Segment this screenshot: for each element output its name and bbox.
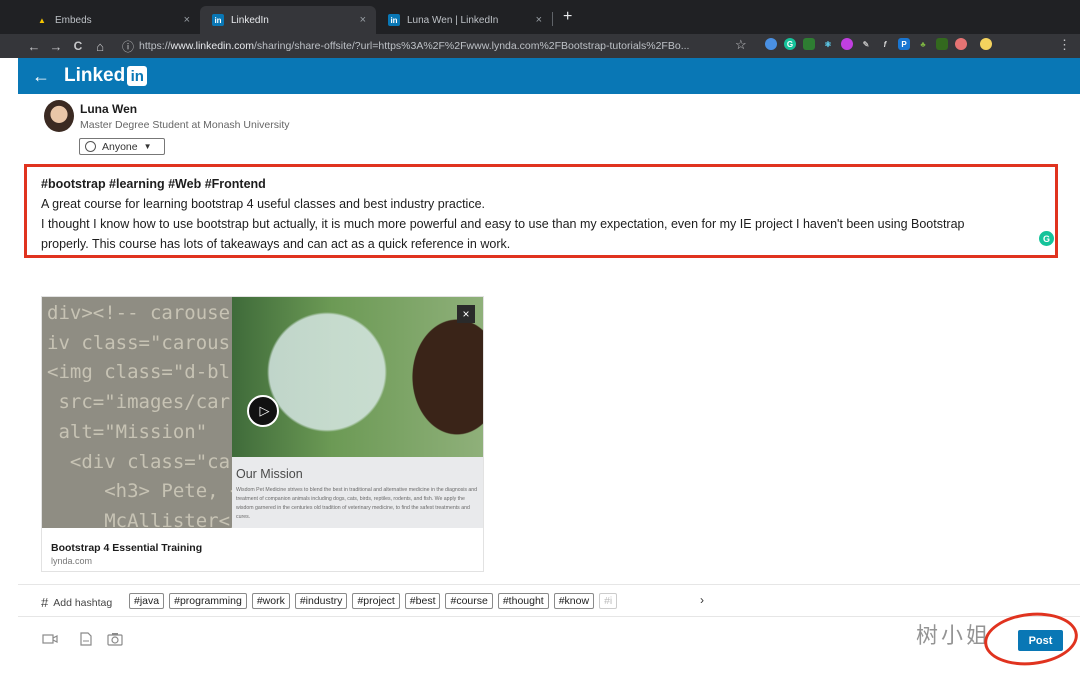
reload-icon[interactable]: C xyxy=(67,39,89,53)
preview-thumbnail[interactable]: div><!-- carouse iv class="carous <img cla… xyxy=(42,297,483,528)
address-bar[interactable]: ⓘ https:// www.linkedin.com /sharing/sha… xyxy=(122,35,762,57)
tab-divider xyxy=(552,12,553,26)
hashtag-chip[interactable]: #java xyxy=(129,593,165,609)
site-info-icon[interactable]: ⓘ xyxy=(122,38,134,55)
post-line: A great course for learning bootstrap 4 … xyxy=(41,197,485,211)
new-tab-button[interactable]: + xyxy=(563,8,572,26)
add-hashtag-label: Add hashtag xyxy=(53,596,113,609)
linkedin-logo: Linked in xyxy=(64,65,148,87)
post-hashtags: #bootstrap #learning #Web #Frontend xyxy=(41,177,266,191)
bookmark-star-icon[interactable]: ☆ xyxy=(735,37,747,53)
close-icon[interactable]: × xyxy=(457,305,475,323)
forward-icon[interactable]: → xyxy=(45,39,67,54)
mission-title: Our Mission xyxy=(236,467,303,481)
post-line: I thought I know how to use bootstrap bu… xyxy=(41,217,965,231)
embeds-icon: ▲ xyxy=(38,15,46,25)
avatar xyxy=(44,100,74,132)
post-button-highlight xyxy=(981,608,1080,670)
audience-selector[interactable]: Anyone ▼ xyxy=(79,138,165,155)
post-text: #bootstrap #learning #Web #Frontend A gr… xyxy=(41,174,1041,254)
extension-icon[interactable] xyxy=(803,38,815,50)
linkedin-icon: in xyxy=(388,14,400,26)
mission-panel: Our Mission Wisdom Pet Medicine strives … xyxy=(232,457,483,528)
document-icon[interactable] xyxy=(78,632,94,646)
extension-icon[interactable]: P xyxy=(898,38,910,50)
add-hashtag-button[interactable]: # Add hashtag xyxy=(41,595,112,610)
extension-icon[interactable] xyxy=(841,38,853,50)
hashtag-icon: # xyxy=(41,595,49,610)
back-arrow-icon[interactable]: ← xyxy=(32,66,50,87)
mission-body: Wisdom Pet Medicine strives to blend the… xyxy=(236,487,478,520)
post-text-area[interactable]: #bootstrap #learning #Web #Frontend A gr… xyxy=(24,164,1058,258)
browser-tab-strip: ▲ Embeds × in LinkedIn × in Luna Wen | L… xyxy=(0,0,1080,34)
tab-luna-wen-linkedin[interactable]: in Luna Wen | LinkedIn × xyxy=(376,6,552,34)
font-extension-icon[interactable]: f xyxy=(879,38,891,50)
linkedin-header: ← Linked in xyxy=(18,58,1080,94)
hashtag-suggestions: #java #programming #work #industry #project #… xyxy=(129,593,618,609)
linkedin-icon: in xyxy=(212,14,224,26)
browser-menu-icon[interactable]: ⋮ xyxy=(1058,37,1071,53)
eyedropper-icon[interactable]: ✎ xyxy=(860,38,872,50)
home-icon[interactable]: ⌂ xyxy=(89,39,111,54)
hashtag-chip[interactable]: #thought xyxy=(497,593,549,609)
profile-name: Luna Wen xyxy=(80,102,138,116)
url-host: www.linkedin.com xyxy=(170,40,254,52)
post-line: properly. This course has lots of takeaw… xyxy=(41,237,511,251)
back-icon[interactable]: ← xyxy=(23,39,45,54)
logo-in-box: in xyxy=(127,66,148,86)
camera-icon[interactable] xyxy=(107,632,123,646)
hashtag-chip[interactable]: #know xyxy=(553,593,595,609)
hashtag-chip[interactable]: #best xyxy=(404,593,441,609)
hashtag-bar: # Add hashtag #java #programming #work #ind… xyxy=(18,584,1080,617)
tab-embeds[interactable]: ▲ Embeds × xyxy=(24,6,200,34)
chevron-right-icon[interactable]: › xyxy=(700,593,704,607)
audience-label: Anyone xyxy=(102,140,138,153)
hashtag-chip[interactable]: #i xyxy=(599,593,618,609)
close-tab-icon[interactable]: × xyxy=(360,14,366,26)
profile-avatar-icon[interactable] xyxy=(980,38,992,50)
extension-icon[interactable] xyxy=(955,38,967,50)
close-tab-icon[interactable]: × xyxy=(184,14,190,26)
hashtag-chip[interactable]: #programming xyxy=(169,593,247,609)
tab-linkedin[interactable]: in LinkedIn × xyxy=(200,6,376,34)
hashtag-chip[interactable]: #course xyxy=(445,593,493,609)
react-devtools-icon[interactable]: ⚛ xyxy=(822,38,834,50)
url-path: /sharing/share-offsite/?url=https%3A%2F%… xyxy=(253,40,690,52)
hashtag-chip[interactable]: #work xyxy=(251,593,290,609)
watermark: 树小姐 xyxy=(916,624,992,649)
extension-icon[interactable]: ♣ xyxy=(917,38,929,50)
mission-photo xyxy=(232,297,483,457)
browser-toolbar: ← → C ⌂ ⓘ https:// www.linkedin.com /sha… xyxy=(0,34,1080,58)
tab-label: Luna Wen | LinkedIn xyxy=(407,14,499,26)
close-tab-icon[interactable]: × xyxy=(536,14,542,26)
grammarly-icon[interactable]: G xyxy=(1039,231,1054,246)
caret-down-icon: ▼ xyxy=(143,142,152,151)
hashtag-chip[interactable]: #industry xyxy=(294,593,348,609)
tab-label: Embeds xyxy=(55,14,92,26)
link-preview-card[interactable]: div><!-- carouse iv class="carous <img cla… xyxy=(41,296,484,572)
logo-text: Linked xyxy=(64,65,126,86)
url-scheme: https:// xyxy=(139,40,171,52)
preview-domain: lynda.com xyxy=(51,556,93,566)
video-icon[interactable] xyxy=(42,632,58,646)
play-icon[interactable]: ▷ xyxy=(247,395,279,427)
extension-icon[interactable] xyxy=(765,38,777,50)
preview-title[interactable]: Bootstrap 4 Essential Training xyxy=(51,542,202,554)
grammarly-extension-icon[interactable]: G xyxy=(784,38,796,50)
extension-icons: G ⚛ ✎ f P ♣ xyxy=(765,38,992,50)
extension-icon[interactable] xyxy=(936,38,948,50)
hashtag-chip[interactable]: #project xyxy=(352,593,400,609)
globe-icon xyxy=(85,141,96,152)
tab-label: LinkedIn xyxy=(231,14,269,26)
profile-headline: Master Degree Student at Monash Universi… xyxy=(80,119,290,131)
